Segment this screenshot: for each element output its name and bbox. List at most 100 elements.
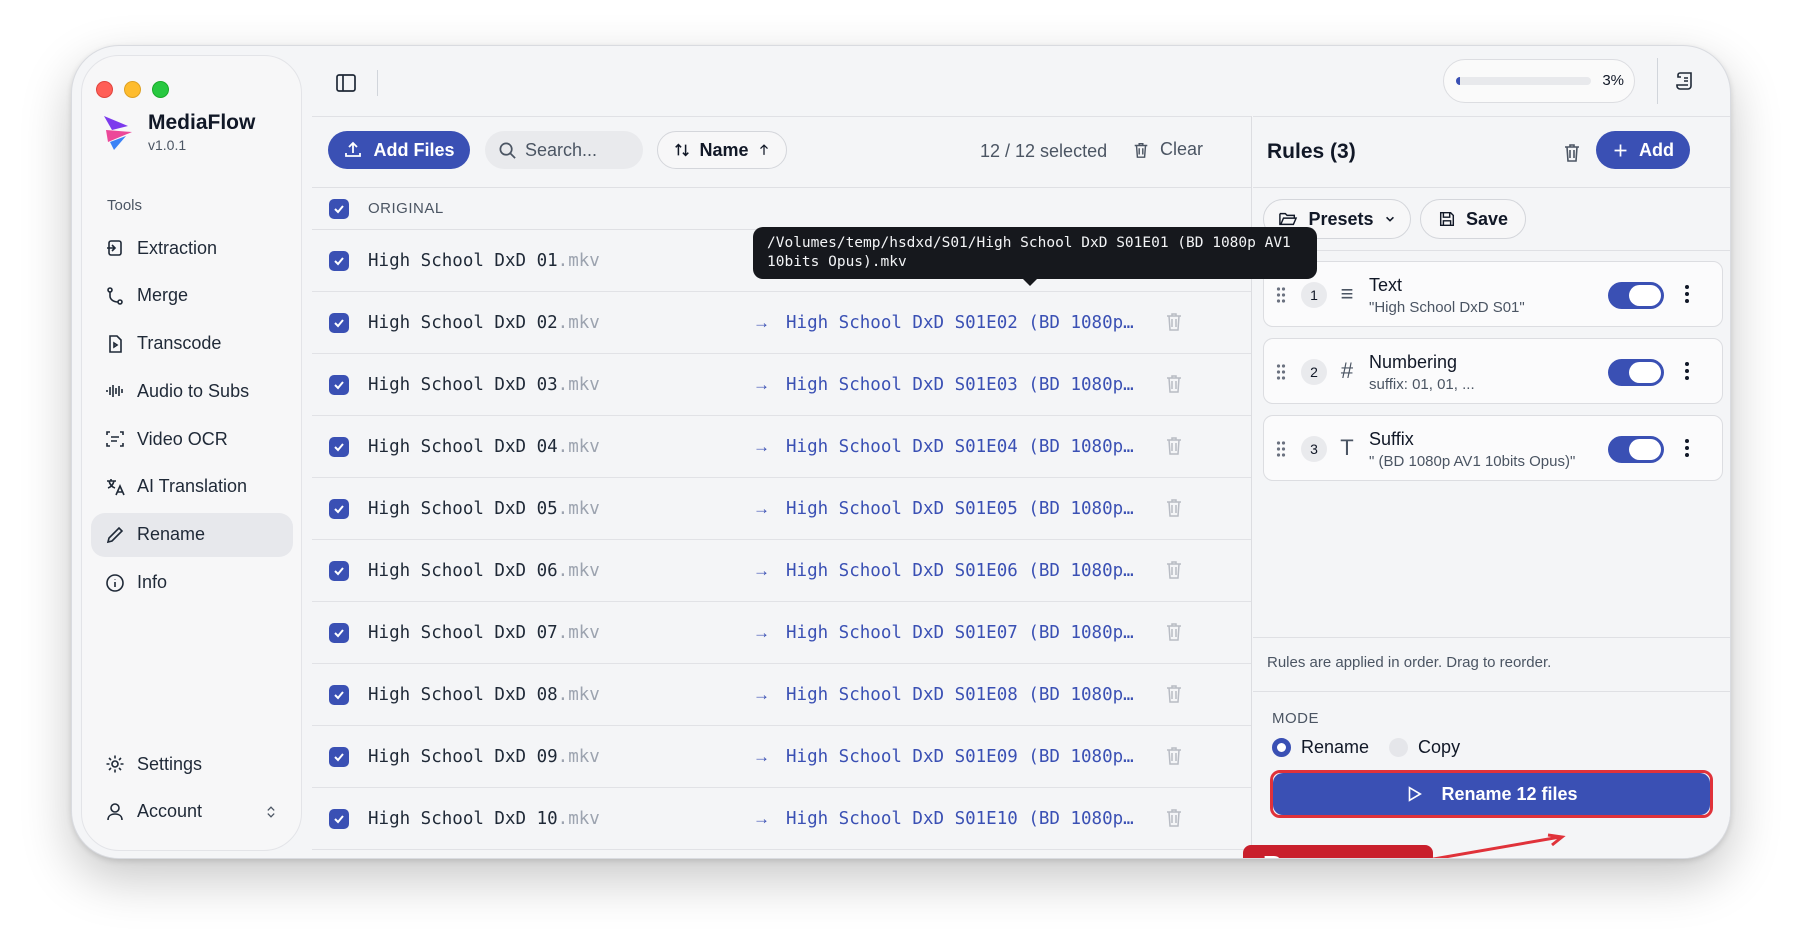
arrow-right-icon: → [753, 560, 770, 580]
sidebar-nav: Extraction Merge Transcode Audio to Subs… [91, 226, 293, 608]
trash-icon[interactable] [1165, 684, 1183, 704]
trash-icon[interactable] [1165, 808, 1183, 828]
clear-button[interactable]: Clear [1132, 139, 1203, 160]
extraction-icon [107, 240, 122, 256]
close-window-button[interactable] [96, 81, 113, 98]
presets-label: Presets [1308, 208, 1374, 229]
original-filename: High School DxD 06.mkv [368, 561, 748, 581]
translate-icon [107, 478, 125, 496]
filename-tooltip: /Volumes/temp/hsdxd/S01/High School DxD … [753, 227, 1317, 286]
log-scroll-icon[interactable] [1675, 70, 1697, 92]
rule-enabled-toggle[interactable] [1608, 359, 1664, 386]
drag-handle-icon[interactable] [1276, 363, 1286, 381]
table-row[interactable]: High School DxD 08.mkv → High School DxD… [312, 664, 1251, 726]
table-row[interactable]: High School DxD 06.mkv → High School DxD… [312, 540, 1251, 602]
gear-icon [106, 755, 124, 773]
rule-name: Numbering [1369, 352, 1458, 372]
trash-icon[interactable] [1165, 560, 1183, 580]
more-options-icon[interactable] [1684, 283, 1690, 305]
drag-handle-icon[interactable] [1276, 286, 1286, 304]
more-options-icon[interactable] [1684, 437, 1690, 459]
row-checkbox[interactable] [329, 250, 349, 271]
trash-icon[interactable] [1165, 746, 1183, 766]
sort-arrows-icon [675, 143, 690, 157]
row-checkbox[interactable] [329, 684, 349, 705]
sort-button[interactable]: Name [657, 131, 787, 169]
table-row[interactable]: High School DxD 02.mkv → High School DxD… [312, 292, 1251, 354]
arrow-up-icon [759, 144, 768, 155]
sidebar-item-video-ocr[interactable]: Video OCR [91, 417, 293, 461]
sidebar-item-rename[interactable]: Rename [91, 512, 293, 557]
table-header: ORIGINAL [312, 187, 1251, 230]
rule-name: Text [1369, 275, 1403, 295]
file-extension: .mkv [557, 808, 600, 829]
mode-rename-radio[interactable]: Rename [1272, 737, 1369, 758]
original-filename: High School DxD 04.mkv [368, 437, 748, 457]
row-checkbox[interactable] [329, 312, 349, 333]
text-type-icon: T [1340, 435, 1354, 460]
checkmark-icon [334, 318, 344, 327]
table-row[interactable]: High School DxD 05.mkv → High School DxD… [312, 478, 1251, 540]
sidebar-item-audio-to-subs[interactable]: Audio to Subs [91, 369, 293, 413]
sidebar-item-extraction[interactable]: Extraction [91, 226, 293, 270]
rule-card[interactable]: 1 ≡ Text "High School DxD S01" [1263, 261, 1723, 327]
more-options-icon[interactable] [1684, 360, 1690, 382]
rename-files-label: Rename 12 files [1441, 783, 1578, 804]
mode-label: MODE [1272, 710, 1319, 727]
user-icon [107, 802, 123, 820]
rule-enabled-toggle[interactable] [1608, 282, 1664, 309]
rule-card[interactable]: 2 # Numbering suffix: 01, 01, ... [1263, 338, 1723, 404]
sidebar-item-merge[interactable]: Merge [91, 274, 293, 318]
zoom-window-button[interactable] [152, 81, 169, 98]
progress-fill [1456, 77, 1461, 85]
row-checkbox[interactable] [329, 560, 349, 581]
trash-icon[interactable] [1165, 622, 1183, 642]
drag-handle-icon[interactable] [1276, 440, 1286, 458]
row-checkbox[interactable] [329, 374, 349, 395]
sidebar-item-transcode[interactable]: Transcode [91, 322, 293, 366]
mode-copy-radio[interactable]: Copy [1389, 737, 1460, 758]
row-checkbox[interactable] [329, 746, 349, 767]
radio-selected-indicator [1272, 738, 1291, 757]
sidebar-item-info[interactable]: Info [91, 561, 293, 605]
annotation-label: Run rename [1243, 845, 1433, 858]
search-input[interactable] [525, 139, 635, 161]
rules-title: Rules (3) [1267, 140, 1356, 163]
rule-enabled-toggle[interactable] [1608, 436, 1664, 463]
row-checkbox[interactable] [329, 498, 349, 519]
sidebar-item-ai-translation[interactable]: AI Translation [91, 465, 293, 509]
search-box[interactable] [485, 131, 643, 169]
select-all-checkbox[interactable] [329, 198, 349, 219]
sidebar-item-settings[interactable]: Settings [91, 742, 293, 786]
table-row[interactable]: High School DxD 09.mkv → High School DxD… [312, 726, 1251, 788]
checkmark-icon [334, 628, 344, 637]
row-checkbox[interactable] [329, 436, 349, 457]
delete-all-rules-icon[interactable] [1562, 142, 1582, 164]
rename-files-button[interactable]: Rename 12 files [1273, 773, 1710, 815]
rule-list: 1 ≡ Text "High School DxD S01" 2 # Numbe… [1263, 261, 1723, 492]
table-row[interactable]: High School DxD 10.mkv → High School DxD… [312, 788, 1251, 850]
add-files-button[interactable]: Add Files [328, 131, 470, 169]
rule-card[interactable]: 3 T Suffix " (BD 1080p AV1 10bits Opus)" [1263, 415, 1723, 481]
add-rule-button[interactable]: Add [1596, 131, 1690, 169]
toggle-sidebar-icon[interactable] [335, 72, 357, 94]
save-preset-button[interactable]: Save [1420, 199, 1526, 239]
account-menu[interactable]: Account [91, 790, 293, 834]
rule-description: " (BD 1080p AV1 10bits Opus)" [1369, 453, 1576, 470]
minimize-window-button[interactable] [124, 81, 141, 98]
table-row[interactable]: High School DxD 04.mkv → High School DxD… [312, 416, 1251, 478]
arrow-right-icon: → [753, 312, 770, 332]
row-checkbox[interactable] [329, 622, 349, 643]
trash-icon[interactable] [1165, 374, 1183, 394]
trash-icon[interactable] [1165, 312, 1183, 332]
table-row[interactable]: High School DxD 03.mkv → High School DxD… [312, 354, 1251, 416]
trash-icon[interactable] [1165, 436, 1183, 456]
trash-icon[interactable] [1165, 498, 1183, 518]
app-logo-icon [104, 116, 132, 150]
new-filename: High School DxD S01E02 (BD 1080p AV1 10b… [786, 312, 1136, 333]
rules-pane: Rules (3) Add Presets Save 1 ≡ Text "Hig… [1253, 116, 1730, 858]
table-row[interactable]: High School DxD 07.mkv → High School DxD… [312, 602, 1251, 664]
task-progress[interactable]: 3% [1443, 59, 1635, 103]
account-label: Account [137, 801, 203, 822]
row-checkbox[interactable] [329, 808, 349, 829]
